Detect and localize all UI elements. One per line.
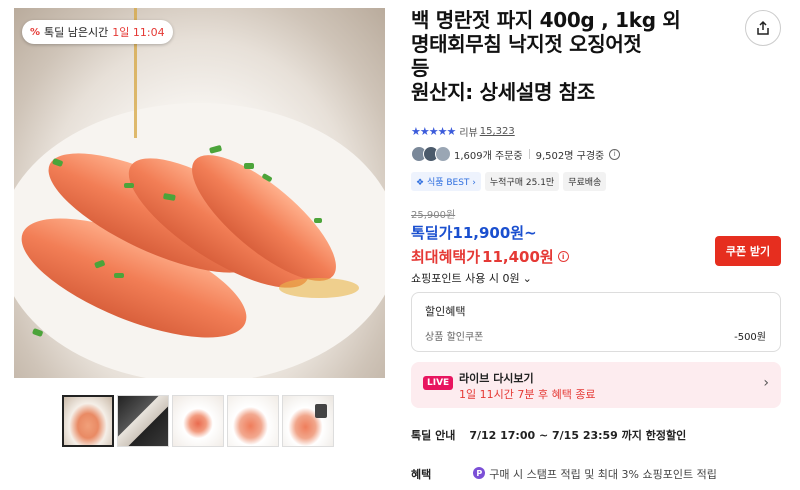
deal-info-label: 톡딜 안내 bbox=[411, 429, 456, 442]
coupon-row-label: 상품 할인쿠폰 bbox=[425, 332, 484, 343]
deal-price: 톡딜가11,900원~ bbox=[411, 224, 537, 242]
benefit-label: 혜택 bbox=[411, 468, 432, 481]
stats-row: 1,609개 주문중 9,502명 구경중 i bbox=[411, 146, 621, 162]
review-count[interactable]: 15,323 bbox=[480, 126, 515, 137]
benefit-row: 혜택 P 구매 시 스탬프 적립 및 최대 3% 쇼핑포인트 적립 bbox=[411, 466, 791, 482]
timer-label: 톡딜 남은시간 bbox=[44, 26, 109, 39]
deal-info-value: 7/12 17:00 ~ 7/15 23:59 까지 한정할인 bbox=[469, 429, 687, 442]
tag-row: ❖ 식품 BEST › 누적구매 25.1만 무료배송 bbox=[411, 172, 607, 191]
live-replay-banner[interactable]: LIVE 라이브 다시보기 1일 11시간 7분 후 혜택 종료 › bbox=[411, 362, 781, 408]
chevron-right-icon: › bbox=[763, 375, 769, 391]
thumbnail-4[interactable] bbox=[227, 395, 279, 447]
live-title: 라이브 다시보기 bbox=[459, 372, 534, 385]
product-title: 백 명란젓 파지 400g , 1kg 외 명태회무침 낙지젓 오징어젓 등 원… bbox=[411, 8, 731, 104]
deal-info-row: 톡딜 안내 7/12 17:00 ~ 7/15 23:59 까지 한정할인 bbox=[411, 427, 686, 443]
review-label: 리뷰 bbox=[459, 128, 478, 139]
discount-box: 할인혜택 상품 할인쿠폰 -500원 bbox=[411, 292, 781, 352]
live-subtitle: 1일 11시간 7분 후 혜택 종료 bbox=[459, 388, 596, 401]
rating-row[interactable]: ★★★★★ 리뷰 15,323 bbox=[411, 124, 515, 139]
buyers-count: 9,502명 구경중 bbox=[535, 150, 605, 162]
coupon-row-value: -500원 bbox=[734, 332, 766, 343]
product-main-image[interactable]: % 톡딜 남은시간 1일 11:04 bbox=[14, 8, 385, 378]
tag-free-shipping: 무료배송 bbox=[563, 172, 607, 191]
title-line-3: 등 bbox=[411, 56, 430, 80]
share-icon bbox=[757, 20, 769, 35]
title-line-1: 백 명란젓 파지 400g , 1kg 외 bbox=[411, 8, 681, 32]
info-icon[interactable]: i bbox=[609, 148, 621, 160]
thumbnail-1[interactable] bbox=[62, 395, 114, 447]
original-price: 25,900원 bbox=[411, 210, 456, 221]
point-icon: P bbox=[473, 467, 486, 479]
thumbnail-5[interactable] bbox=[282, 395, 334, 447]
thumbnail-2[interactable] bbox=[117, 395, 169, 447]
buyer-avatars bbox=[411, 146, 451, 162]
max-benefit-price: 최대혜택가 11,400원 i bbox=[411, 246, 569, 267]
chevron-down-icon: ⌄ bbox=[522, 271, 532, 285]
live-badge: LIVE bbox=[423, 376, 454, 390]
points-label: 쇼핑포인트 사용 시 0원 bbox=[411, 272, 520, 285]
discount-title: 할인혜택 bbox=[425, 305, 466, 318]
coupon-button[interactable]: 쿠폰 받기 bbox=[715, 236, 781, 266]
tag-food-best[interactable]: ❖ 식품 BEST › bbox=[411, 172, 481, 191]
title-line-4: 원산지: 상세설명 참조 bbox=[411, 80, 595, 104]
orders-count: 1,609개 주문중 bbox=[454, 150, 523, 162]
tag-cumulative: 누적구매 25.1만 bbox=[484, 172, 560, 191]
benefit-value: P 구매 시 스탬프 적립 및 최대 3% 쇼핑포인트 적립 bbox=[473, 466, 717, 482]
points-row[interactable]: 쇼핑포인트 사용 시 0원 ⌄ bbox=[411, 270, 532, 286]
thumbnail-strip bbox=[62, 395, 334, 447]
timer-time: 1일 11:04 bbox=[112, 26, 165, 39]
share-button[interactable] bbox=[745, 10, 781, 46]
deal-timer-badge: % 톡딜 남은시간 1일 11:04 bbox=[22, 20, 173, 44]
mentaiko-photo bbox=[14, 8, 385, 378]
title-line-2: 명태회무침 낙지젓 오징어젓 bbox=[411, 32, 642, 56]
star-rating-icon: ★★★★★ bbox=[411, 125, 456, 138]
percent-icon: % bbox=[30, 26, 41, 38]
info-icon[interactable]: i bbox=[557, 251, 569, 262]
thumbnail-3[interactable] bbox=[172, 395, 224, 447]
